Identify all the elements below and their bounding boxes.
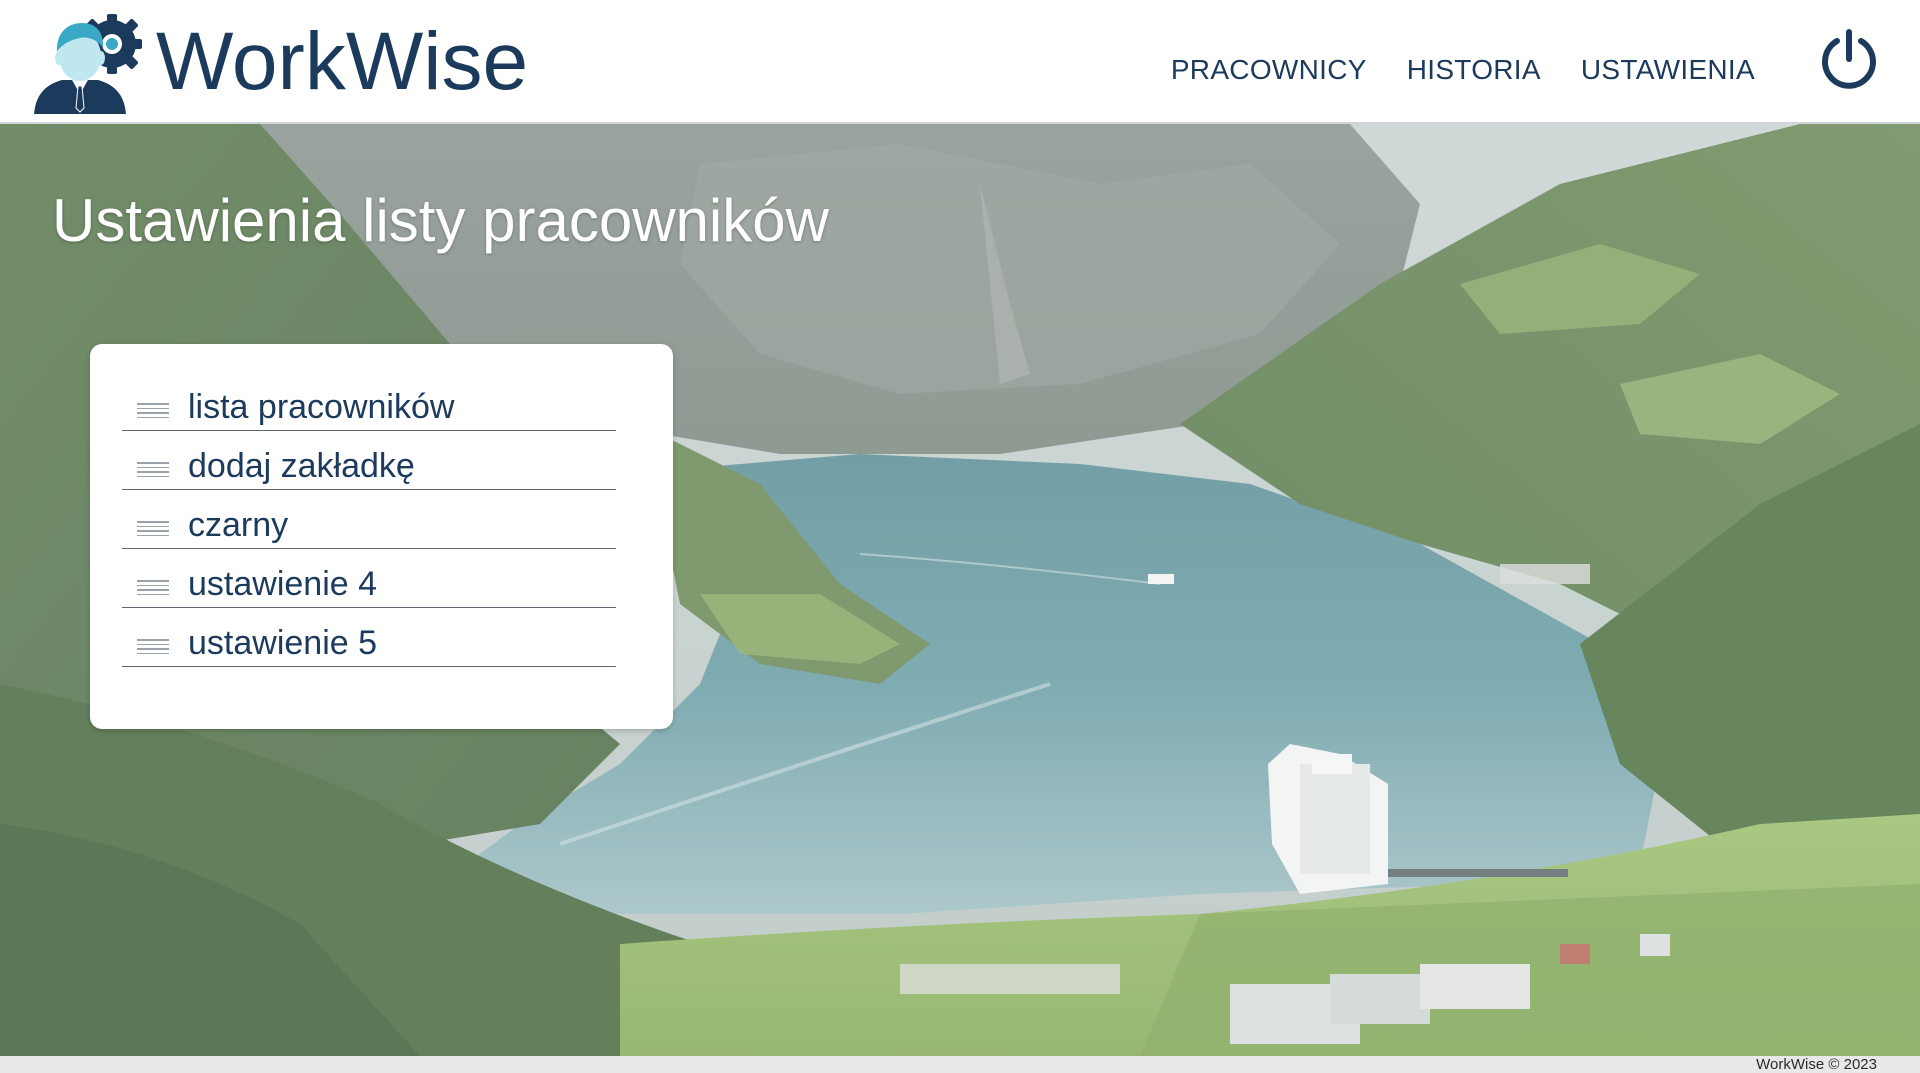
logo-icon (34, 14, 142, 114)
brand-logo-link[interactable]: WorkWise (32, 8, 528, 116)
top-navbar: WorkWise PRACOWNICY HISTORIA USTAWIENIA (0, 0, 1920, 124)
drag-handle-icon[interactable] (137, 462, 173, 477)
settings-item-dodaj-zakladke[interactable]: dodaj zakładkę (122, 433, 616, 490)
main-nav: PRACOWNICY HISTORIA USTAWIENIA (1171, 54, 1755, 86)
footer: WorkWise © 2023 (0, 1056, 1920, 1073)
settings-item-label: czarny (188, 505, 289, 544)
page-title: Ustawienia listy pracowników (52, 187, 829, 254)
power-icon[interactable] (1818, 28, 1880, 90)
footer-copyright: WorkWise © 2023 (1756, 1056, 1877, 1073)
settings-item-czarny[interactable]: czarny (122, 492, 616, 549)
drag-handle-icon[interactable] (137, 403, 173, 418)
settings-item-label: dodaj zakładkę (188, 446, 415, 485)
settings-item-label: ustawienie 4 (188, 564, 378, 603)
nav-link-pracownicy[interactable]: PRACOWNICY (1171, 54, 1367, 86)
settings-item-label: ustawienie 5 (188, 623, 378, 662)
settings-item-lista-pracownikow[interactable]: lista pracowników (122, 374, 616, 431)
drag-handle-icon[interactable] (137, 639, 173, 654)
settings-item-ustawienie-5[interactable]: ustawienie 5 (122, 610, 616, 667)
drag-handle-icon[interactable] (137, 521, 173, 536)
nav-link-historia[interactable]: HISTORIA (1407, 54, 1541, 86)
settings-card: lista pracowników dodaj zakładkę czarny … (90, 344, 673, 729)
settings-item-ustawienie-4[interactable]: ustawienie 4 (122, 551, 616, 608)
nav-link-ustawienia[interactable]: USTAWIENIA (1581, 54, 1755, 86)
settings-item-label: lista pracowników (188, 387, 455, 426)
drag-handle-icon[interactable] (137, 580, 173, 595)
brand-name: WorkWise (156, 16, 529, 107)
settings-sortable-list: lista pracowników dodaj zakładkę czarny … (122, 374, 616, 669)
